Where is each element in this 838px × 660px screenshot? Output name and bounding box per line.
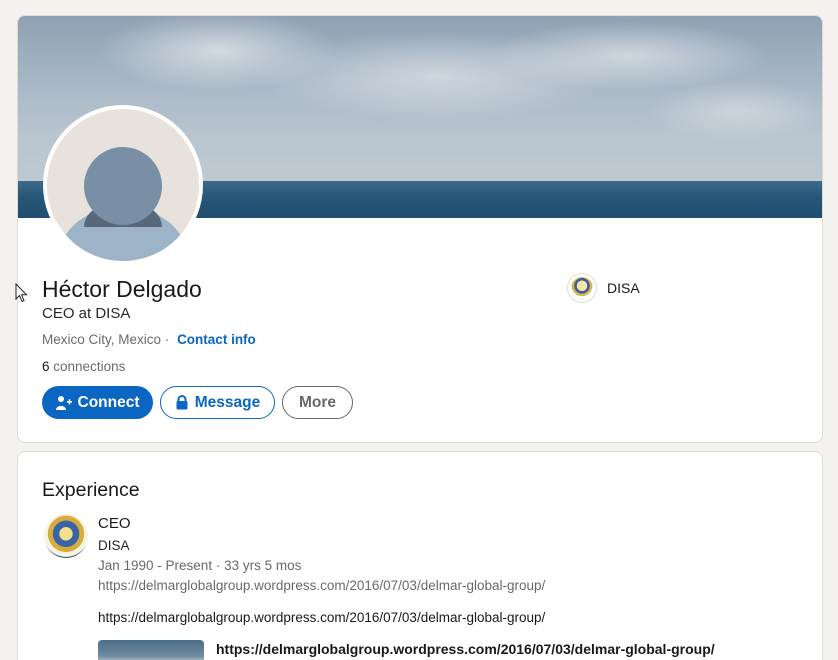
profile-name: Héctor Delgado bbox=[42, 276, 202, 302]
experience-dates: Jan 1990 - Present · 33 yrs 5 mos bbox=[98, 558, 302, 573]
more-label: More bbox=[298, 393, 337, 411]
profile-card: Héctor Delgado CEO at DISA Mexico City, … bbox=[17, 15, 823, 443]
company-logo-icon[interactable] bbox=[44, 514, 88, 558]
mouse-pointer-icon bbox=[15, 283, 28, 303]
experience-role: CEO bbox=[98, 515, 131, 532]
avatar-head bbox=[84, 147, 162, 225]
company-logo-icon bbox=[567, 273, 597, 303]
location-separator: · bbox=[164, 332, 170, 347]
experience-section: Experience CEO DISA Jan 1990 - Present ·… bbox=[17, 451, 823, 660]
connections-number: 6 bbox=[42, 359, 50, 374]
experience-url: https://delmarglobalgroup.wordpress.com/… bbox=[98, 578, 546, 593]
more-button[interactable]: More bbox=[282, 386, 353, 419]
current-company-link[interactable]: DISA bbox=[567, 273, 640, 303]
media-thumbnail[interactable] bbox=[98, 640, 204, 660]
profile-location: Mexico City, Mexico bbox=[42, 332, 162, 347]
message-button[interactable]: Message bbox=[160, 386, 275, 419]
profile-headline: CEO at DISA bbox=[42, 305, 131, 322]
connect-button[interactable]: Connect bbox=[42, 386, 153, 419]
media-link[interactable]: https://delmarglobalgroup.wordpress.com/… bbox=[216, 641, 715, 657]
experience-description: https://delmarglobalgroup.wordpress.com/… bbox=[98, 610, 546, 625]
connections-count[interactable]: 6 connections bbox=[42, 359, 125, 374]
current-company-name: DISA bbox=[607, 280, 640, 296]
connect-label: Connect bbox=[77, 393, 140, 411]
lock-icon bbox=[176, 395, 188, 410]
profile-avatar[interactable] bbox=[43, 105, 203, 265]
experience-company: DISA bbox=[98, 538, 130, 553]
contact-info-link[interactable]: Contact info bbox=[177, 332, 256, 347]
location-row: Mexico City, Mexico · Contact info bbox=[42, 332, 256, 347]
message-label: Message bbox=[194, 393, 261, 411]
connections-label: connections bbox=[53, 359, 126, 374]
experience-title: Experience bbox=[42, 479, 140, 501]
person-add-icon bbox=[55, 395, 72, 410]
